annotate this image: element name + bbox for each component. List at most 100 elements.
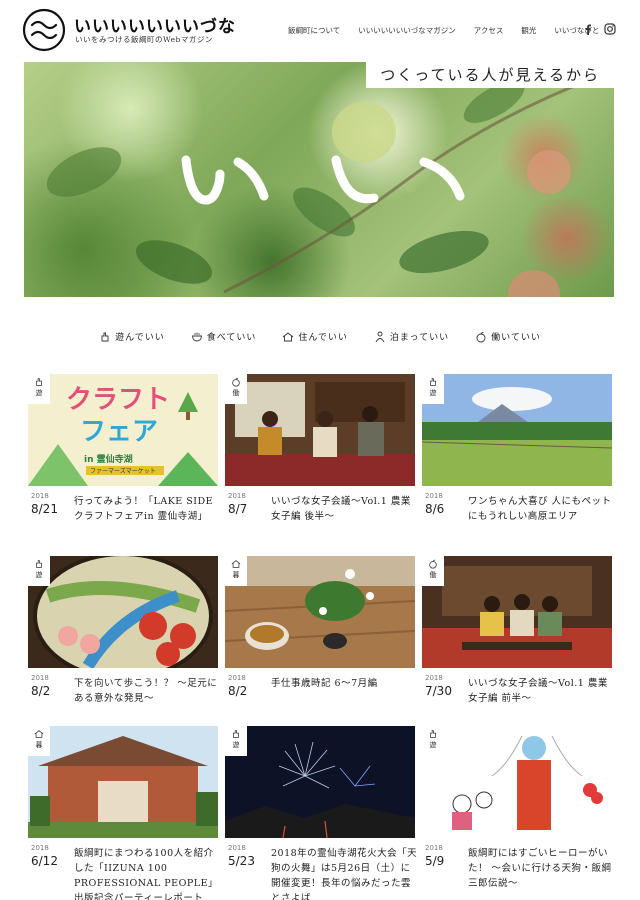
main-nav: 飯綱町について いいいいいいいづなマガジン アクセス 観光 いいづなびと	[288, 25, 617, 36]
hero-image: つくっている人が見えるから	[24, 62, 614, 297]
category-label: 食べていい	[206, 333, 257, 343]
category-play[interactable]: 遊んでいい	[99, 330, 165, 343]
category-label: 住んでいい	[298, 333, 348, 343]
article-thumbnail[interactable]	[28, 556, 218, 668]
article-title[interactable]: 下を向いて歩こう！？ ～足元にある意外な発見～	[74, 676, 222, 707]
article-thumbnail[interactable]	[225, 374, 415, 486]
category-badge-label: 暮	[232, 571, 240, 579]
hand-icon	[36, 560, 42, 568]
article-thumbnail[interactable]	[422, 726, 612, 838]
nav-item-sightseeing[interactable]: 観光	[521, 25, 536, 36]
category-badge: 暮	[225, 556, 247, 586]
article-date: 6/12	[31, 854, 58, 868]
article-year: 2018	[31, 492, 49, 500]
category-label: 泊まっていい	[389, 333, 450, 343]
nav-item-about[interactable]: 飯綱町について	[288, 25, 340, 36]
manhole-cover-photo	[28, 556, 218, 668]
article-year: 2018	[228, 492, 246, 500]
hand-icon	[430, 378, 436, 386]
article-year: 2018	[31, 844, 49, 852]
poster-market-label: ファーマーズマーケット	[90, 467, 156, 475]
article-thumbnail[interactable]	[28, 726, 218, 838]
category-badge: 遊	[422, 726, 444, 756]
tea-and-flowers-photo	[225, 556, 415, 668]
article-date: 8/7	[228, 502, 248, 516]
article-thumbnail[interactable]	[422, 374, 612, 486]
site-subtitle: いいをみつける飯綱町のWebマガジン	[75, 35, 213, 44]
article-title[interactable]: いいづな女子会議～Vol.1 農業女子編 後半～	[271, 494, 419, 525]
site-header: いいいいいいいづな いいをみつける飯綱町のWebマガジン 飯綱町について いいい…	[0, 0, 640, 62]
category-badge-label: 働	[232, 389, 240, 397]
category-badge: 遊	[28, 556, 50, 586]
article-thumbnail[interactable]: クラフト フェア in 霊仙寺湖 ファーマーズマーケット	[28, 374, 218, 486]
house-icon	[283, 331, 294, 341]
article-date: 8/21	[31, 502, 58, 516]
fireworks-photo	[225, 726, 415, 838]
article-year: 2018	[228, 844, 246, 852]
article-thumbnail[interactable]	[225, 556, 415, 668]
hero-overlay-logo	[181, 155, 465, 205]
apple-icon	[476, 331, 486, 342]
article-title[interactable]: 手仕事歳時記 6～7月編	[271, 676, 419, 692]
house-icon	[231, 560, 241, 568]
category-badge-label: 遊	[232, 741, 240, 749]
article-date: 7/30	[425, 684, 452, 698]
article-thumbnail[interactable]	[422, 556, 612, 668]
apple-icon	[232, 377, 240, 387]
article-title[interactable]: ワンちゃん大喜び 人にもペットにもうれしい高原エリア	[468, 494, 616, 525]
article-year: 2018	[425, 844, 443, 852]
hero-tagline: つくっている人が見えるから	[380, 66, 600, 84]
article-title[interactable]: 行ってみよう！「LAKE SIDE クラフトフェアin 霊仙寺湖」	[74, 494, 222, 540]
women-meeting-photo-2	[422, 556, 612, 668]
nav-item-access[interactable]: アクセス	[474, 25, 504, 36]
category-badge-label: 遊	[35, 571, 43, 579]
category-live[interactable]: 住んでいい	[282, 330, 348, 343]
nav-item-magazine[interactable]: いいいいいいいづなマガジン	[358, 25, 456, 36]
poster-title-part1: クラフト	[66, 385, 170, 415]
category-badge-label: 遊	[429, 389, 437, 397]
category-badge-label: 遊	[35, 389, 43, 397]
tengu-illustration	[422, 726, 612, 838]
poster-subtitle: in 霊仙寺湖	[84, 453, 133, 465]
category-badge-label: 暮	[35, 741, 43, 749]
logo-icon[interactable]	[22, 8, 66, 52]
article-title[interactable]: いいづな女子会議～Vol.1 農業女子編 前半～	[468, 676, 616, 707]
category-badge: 遊	[422, 374, 444, 404]
category-badge: 働	[225, 374, 247, 404]
category-badge: 遊	[225, 726, 247, 756]
category-label: 働いていい	[491, 333, 541, 343]
hand-icon	[233, 730, 239, 738]
building-photo	[28, 726, 218, 838]
bowl-icon	[191, 332, 202, 341]
category-work[interactable]: 働いていい	[475, 330, 541, 343]
category-eat[interactable]: 食べていい	[191, 330, 257, 343]
article-year: 2018	[228, 674, 246, 682]
article-title[interactable]: 飯綱町にまつわる100人を紹介した「IIZUNA 100 PROFESSIONA…	[74, 846, 222, 900]
article-year: 2018	[31, 674, 49, 682]
article-title[interactable]: 飯綱町にはすごいヒーローがいた！ ～会いに行ける天狗・飯綱三郎伝説～	[468, 846, 616, 892]
article-year: 2018	[425, 492, 443, 500]
category-badge-label: 遊	[429, 741, 437, 749]
article-date: 8/2	[31, 684, 51, 698]
facebook-icon[interactable]	[582, 23, 594, 35]
article-thumbnail[interactable]	[225, 726, 415, 838]
category-badge: 遊	[28, 374, 50, 404]
person-icon	[375, 331, 385, 342]
category-badge: 働	[422, 556, 444, 586]
poster-title-part2: フェア	[80, 417, 158, 447]
article-title[interactable]: 2018年の霊仙寺湖花火大会「天狗の火舞」は5月26日（土）に開催変更！長年の悩…	[271, 846, 419, 900]
category-label: 遊んでいい	[115, 333, 165, 343]
hero-tagline-banner: つくっている人が見えるから	[366, 62, 614, 88]
article-date: 5/23	[228, 854, 255, 868]
category-nav: 遊んでいい 食べていい 住んでいい 泊まっていい 働いていい	[0, 330, 640, 343]
instagram-icon[interactable]	[604, 23, 616, 35]
hand-icon	[36, 378, 42, 386]
hand-icon	[101, 332, 109, 341]
women-meeting-photo	[225, 374, 415, 486]
category-badge-label: 働	[429, 571, 437, 579]
highland-field-photo	[422, 374, 612, 486]
house-icon	[34, 730, 44, 738]
craft-fair-poster: クラフト フェア in 霊仙寺湖 ファーマーズマーケット	[28, 374, 218, 486]
category-stay[interactable]: 泊まっていい	[374, 330, 449, 343]
article-date: 5/9	[425, 854, 445, 868]
